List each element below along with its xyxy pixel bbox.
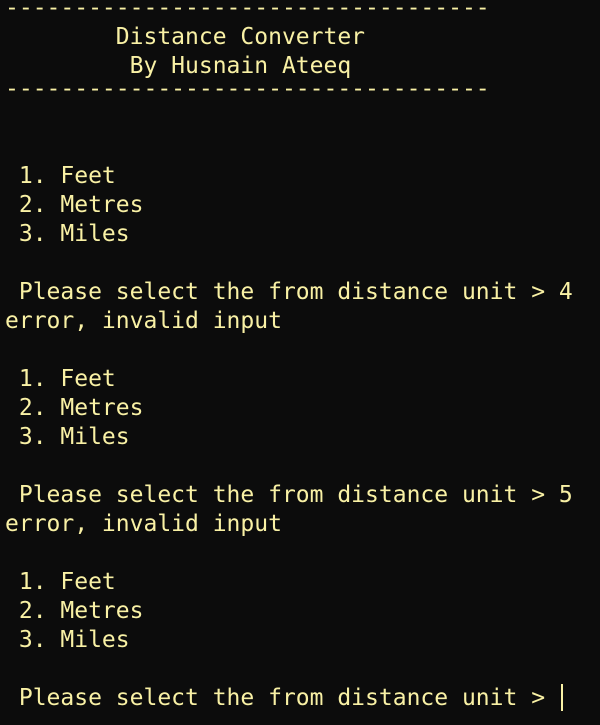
terminal-window[interactable]: ----------------------------------- Dist… xyxy=(0,0,600,725)
text-cursor xyxy=(560,684,563,711)
menu-option-miles: 3. Miles xyxy=(5,424,130,450)
menu-option-metres: 2. Metres xyxy=(5,395,144,421)
menu-option-metres: 2. Metres xyxy=(5,192,144,218)
menu-option-miles: 3. Miles xyxy=(5,221,130,247)
error-message: error, invalid input xyxy=(5,308,282,334)
menu-option-feet: 1. Feet xyxy=(5,163,116,189)
unit-prompt: Please select the from distance unit > 4 xyxy=(5,279,573,305)
menu-option-feet: 1. Feet xyxy=(5,569,116,595)
menu-option-miles: 3. Miles xyxy=(5,627,130,653)
error-message: error, invalid input xyxy=(5,511,282,537)
header-divider-bottom: ----------------------------------- xyxy=(5,76,490,102)
header-divider-top: ----------------------------------- xyxy=(5,0,490,21)
unit-prompt: Please select the from distance unit > 5 xyxy=(5,482,573,508)
menu-option-metres: 2. Metres xyxy=(5,598,144,624)
app-title: Distance Converter xyxy=(5,24,366,50)
current-unit-prompt: Please select the from distance unit > xyxy=(5,685,559,711)
active-input-line[interactable]: Please select the from distance unit > xyxy=(5,684,600,713)
menu-option-feet: 1. Feet xyxy=(5,366,116,392)
